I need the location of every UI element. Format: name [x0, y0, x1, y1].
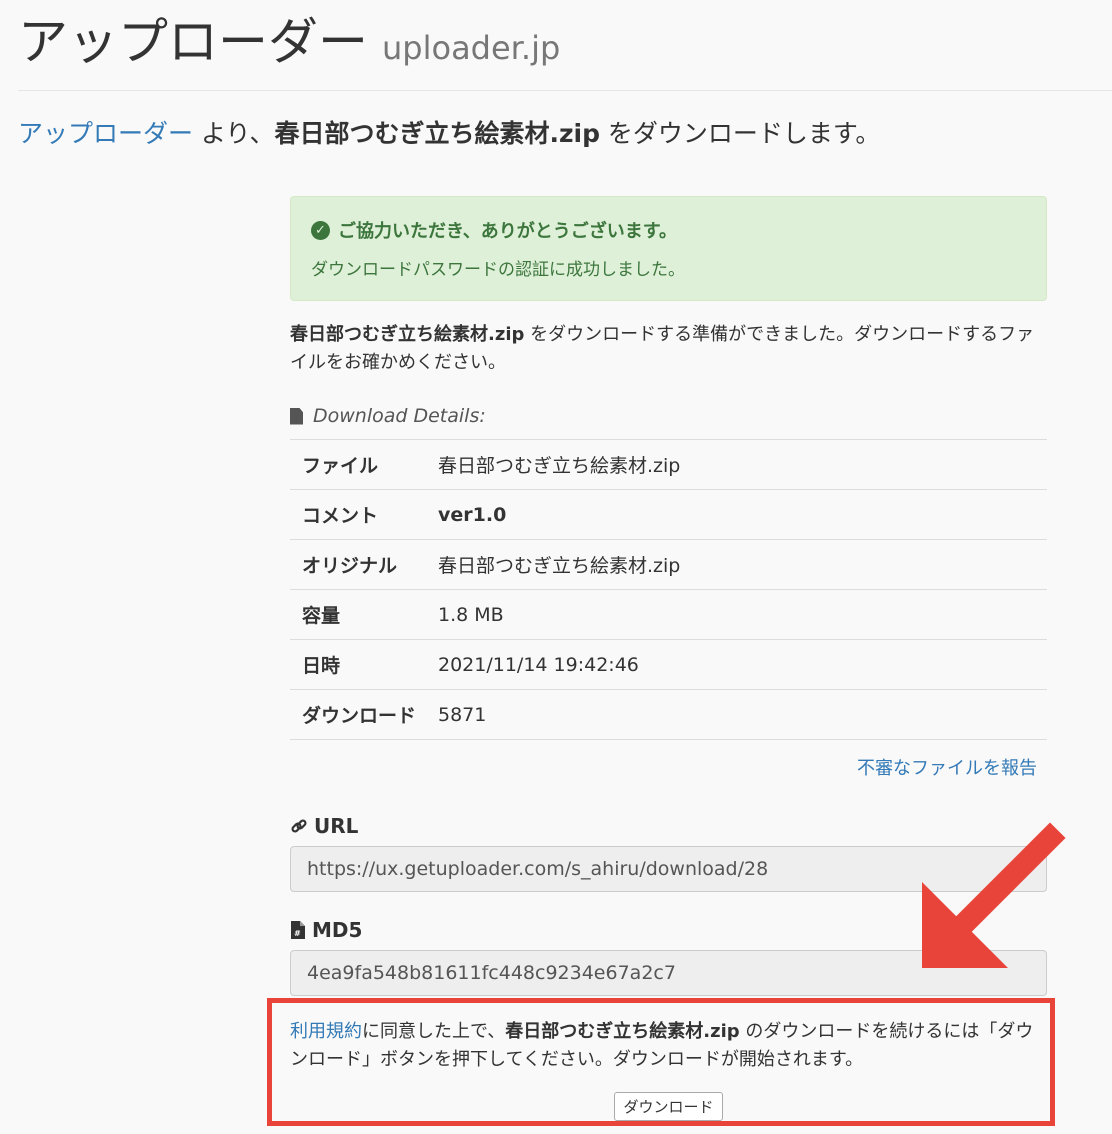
details-heading: Download Details: — [290, 405, 1047, 427]
table-row: ダウンロード 5871 — [290, 689, 1047, 740]
row-label: オリジナル — [290, 539, 426, 590]
file-icon — [290, 407, 303, 425]
row-value: 春日部つむぎ立ち絵素材.zip — [426, 439, 1047, 490]
url-label-text: URL — [314, 814, 359, 838]
download-button[interactable]: ダウンロード — [614, 1092, 723, 1121]
report-row: 不審なファイルを報告 — [290, 754, 1047, 780]
row-value: 1.8 MB — [426, 589, 1047, 640]
svg-text:#: # — [294, 929, 301, 938]
row-label: コメント — [290, 489, 426, 540]
ready-text: 春日部つむぎ立ち絵素材.zip をダウンロードする準備ができました。ダウンロード… — [290, 321, 1047, 377]
table-row: コメント ver1.0 — [290, 489, 1047, 540]
agree-text: 利用規約に同意した上で、春日部つむぎ立ち絵素材.zip のダウンロードを続けるに… — [290, 1018, 1047, 1074]
main-content: ✓ ご協力いただき、ありがとうございます。 ダウンロードパスワードの認証に成功し… — [290, 196, 1047, 1121]
alert-message: ダウンロードパスワードの認証に成功しました。 — [311, 260, 685, 280]
ready-filename: 春日部つむぎ立ち絵素材.zip — [290, 324, 525, 345]
site-title-text: アップローダー — [18, 13, 368, 71]
table-row: ファイル 春日部つむぎ立ち絵素材.zip — [290, 439, 1047, 490]
row-label: 容量 — [290, 589, 426, 640]
md5-label: # MD5 — [290, 918, 1047, 942]
alert-title: ご協力いただき、ありがとうございます。 — [338, 221, 677, 242]
terms-link[interactable]: 利用規約 — [290, 1021, 362, 1042]
table-row: オリジナル 春日部つむぎ立ち絵素材.zip — [290, 539, 1047, 590]
check-circle-icon: ✓ — [311, 220, 330, 240]
lead-filename: 春日部つむぎ立ち絵素材.zip — [274, 119, 600, 148]
site-subtitle: uploader.jp — [382, 29, 561, 67]
link-icon — [291, 819, 307, 833]
row-label: ファイル — [290, 439, 426, 490]
md5-input[interactable] — [290, 950, 1047, 996]
table-row: 日時 2021/11/14 19:42:46 — [290, 639, 1047, 690]
file-hash-icon: # — [291, 921, 305, 939]
lead-line: アップローダー より、春日部つむぎ立ち絵素材.zip をダウンロードします。 — [18, 114, 880, 150]
url-label: URL — [290, 814, 1047, 838]
url-input[interactable] — [290, 846, 1047, 892]
row-value: ver1.0 — [426, 489, 1047, 540]
agree-filename: 春日部つむぎ立ち絵素材.zip — [505, 1021, 740, 1042]
page-header: アップローダー uploader.jp — [18, 0, 1112, 91]
success-alert: ✓ ご協力いただき、ありがとうございます。 ダウンロードパスワードの認証に成功し… — [290, 196, 1047, 301]
details-heading-text: Download Details: — [313, 405, 486, 427]
row-value: 5871 — [426, 689, 1047, 740]
row-value: 春日部つむぎ立ち絵素材.zip — [426, 539, 1047, 590]
agree-text-1: に同意した上で、 — [362, 1021, 506, 1042]
row-label: 日時 — [290, 639, 426, 690]
table-row: 容量 1.8 MB — [290, 589, 1047, 640]
details-table: ファイル 春日部つむぎ立ち絵素材.zip コメント ver1.0 オリジナル 春日部つ… — [290, 439, 1047, 740]
download-button-wrap: ダウンロード — [290, 1092, 1047, 1121]
lead-suffix: をダウンロードします。 — [599, 119, 881, 148]
uploader-link[interactable]: アップローダー — [18, 119, 193, 148]
row-value: 2021/11/14 19:42:46 — [426, 639, 1047, 690]
lead-from: より、 — [193, 119, 275, 148]
row-label: ダウンロード — [290, 689, 426, 740]
md5-label-text: MD5 — [312, 918, 363, 942]
site-title: アップローダー uploader.jp — [18, 2, 560, 74]
report-file-link[interactable]: 不審なファイルを報告 — [857, 758, 1037, 779]
alert-title-row: ✓ ご協力いただき、ありがとうございます。 — [311, 217, 1026, 243]
